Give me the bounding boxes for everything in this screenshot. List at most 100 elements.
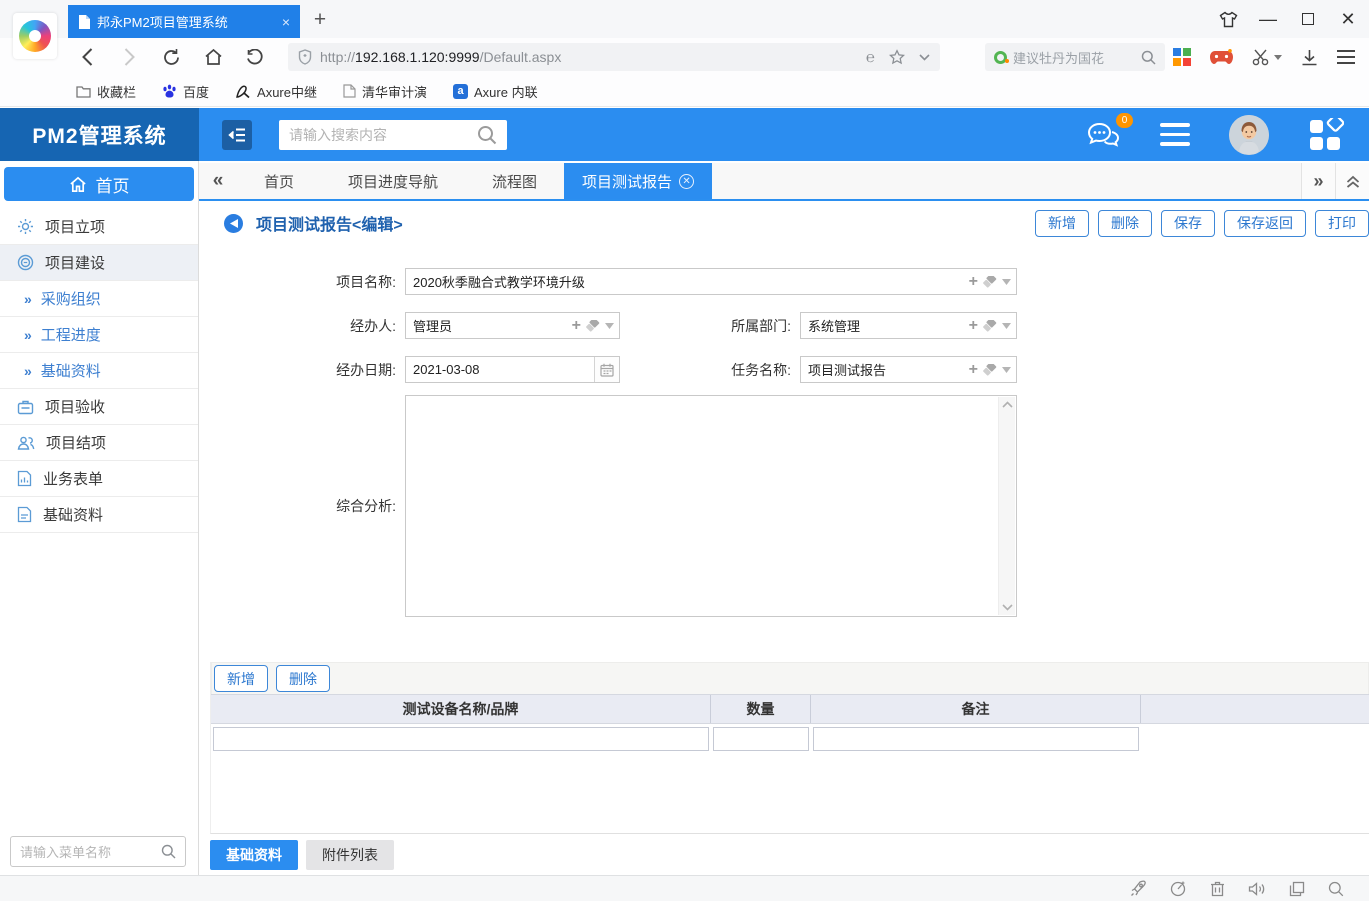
bookmark-tsinghua-audit[interactable]: 清华审计演: [343, 82, 427, 101]
browser-menu-icon[interactable]: [1337, 50, 1355, 64]
sidebar-item-project-construction[interactable]: 项目建设: [0, 245, 198, 281]
sidebar-toggle-button[interactable]: [222, 120, 252, 150]
zoom-icon[interactable]: [1328, 881, 1344, 897]
sidebar-item-basic-data-sub[interactable]: » 基础资料: [0, 353, 198, 389]
skin-icon[interactable]: [1215, 6, 1241, 32]
department-field[interactable]: +: [800, 312, 1017, 339]
apps-grid-icon[interactable]: [1173, 48, 1191, 66]
gamepad-icon[interactable]: [1210, 49, 1233, 65]
scroll-up-icon[interactable]: [1002, 401, 1013, 408]
screenshot-scissors-icon[interactable]: [1252, 49, 1282, 66]
search-icon[interactable]: [1141, 50, 1156, 65]
tabs-scroll-right-icon[interactable]: »: [1301, 163, 1335, 199]
bookmark-axure-inline[interactable]: a Axure 内联: [453, 82, 538, 101]
tab-flowchart[interactable]: 流程图: [465, 163, 564, 199]
remark-input[interactable]: [813, 727, 1139, 751]
url-bar[interactable]: http://192.168.1.120:9999/Default.aspx ℮: [288, 43, 940, 71]
calendar-button[interactable]: [594, 357, 619, 382]
bookmark-axure-relay[interactable]: Axure中继: [235, 82, 317, 101]
menu-search-box[interactable]: 请输入菜单名称: [10, 836, 186, 867]
scissors-dropdown-icon[interactable]: [1274, 55, 1282, 60]
tab-test-report[interactable]: 项目测试报告 ✕: [564, 163, 712, 199]
scrollbar[interactable]: [998, 397, 1015, 615]
sidebar-item-procurement[interactable]: » 采购组织: [0, 281, 198, 317]
forward-icon[interactable]: [118, 46, 140, 68]
back-icon[interactable]: [76, 46, 98, 68]
trash-icon[interactable]: [1210, 880, 1225, 897]
sidebar-item-basic-data[interactable]: 基础资料: [0, 497, 198, 533]
eraser-icon[interactable]: [983, 364, 997, 376]
tab-progress-nav[interactable]: 项目进度导航: [321, 163, 465, 199]
search-icon[interactable]: [161, 844, 176, 859]
booster-rocket-icon[interactable]: [1130, 880, 1147, 897]
undo-icon[interactable]: [244, 46, 266, 68]
project-name-field[interactable]: +: [405, 268, 1017, 295]
bookmark-star-icon[interactable]: [889, 49, 905, 65]
detail-delete-button[interactable]: 删除: [276, 665, 330, 692]
browser-search-box[interactable]: 建议牡丹为国花: [985, 43, 1165, 71]
detail-add-button[interactable]: 新增: [214, 665, 268, 692]
bookmark-baidu[interactable]: 百度: [162, 82, 209, 101]
dropdown-caret-icon[interactable]: [1002, 323, 1011, 329]
collapse-up-icon[interactable]: [1335, 163, 1369, 199]
project-name-input[interactable]: [406, 269, 1016, 294]
tabs-scroll-left-icon[interactable]: «: [199, 163, 237, 199]
analysis-textarea[interactable]: [405, 395, 1017, 617]
speed-gauge-icon[interactable]: [1170, 880, 1187, 897]
tab-close-icon[interactable]: ×: [282, 14, 290, 30]
apps-launcher-icon[interactable]: [1308, 118, 1344, 152]
sidebar-item-engineering-progress[interactable]: » 工程进度: [0, 317, 198, 353]
quantity-input[interactable]: [713, 727, 809, 751]
sidebar-item-project-acceptance[interactable]: 项目验收: [0, 389, 198, 425]
add-lookup-icon[interactable]: +: [572, 318, 581, 334]
add-lookup-icon[interactable]: +: [969, 318, 978, 334]
add-button[interactable]: 新增: [1035, 210, 1089, 237]
dropdown-caret-icon[interactable]: [1002, 279, 1011, 285]
sidebar-home-button[interactable]: 首页: [4, 167, 194, 201]
delete-button[interactable]: 删除: [1098, 210, 1152, 237]
date-field[interactable]: [405, 356, 620, 383]
maximize-button[interactable]: [1295, 6, 1321, 32]
tab-home[interactable]: 首页: [237, 163, 321, 199]
search-icon[interactable]: [477, 125, 497, 145]
tab-close-icon[interactable]: ✕: [679, 174, 694, 189]
eraser-icon[interactable]: [586, 320, 600, 332]
close-button[interactable]: ✕: [1335, 6, 1361, 32]
device-name-input[interactable]: [213, 727, 709, 751]
tab-attachment-list[interactable]: 附件列表: [306, 840, 394, 870]
minimize-button[interactable]: —: [1255, 6, 1281, 32]
eraser-icon[interactable]: [983, 320, 997, 332]
messages-button[interactable]: 0: [1087, 122, 1121, 148]
home-icon[interactable]: [202, 46, 224, 68]
save-button[interactable]: 保存: [1161, 210, 1215, 237]
scroll-down-icon[interactable]: [1002, 604, 1013, 611]
tab-basic-data[interactable]: 基础资料: [210, 840, 298, 870]
print-button[interactable]: 打印: [1315, 210, 1369, 237]
sidebar-item-project-closing[interactable]: 项目结项: [0, 425, 198, 461]
browser-tab[interactable]: 邦永PM2项目管理系统 ×: [68, 5, 300, 38]
back-button[interactable]: [224, 214, 243, 233]
avatar[interactable]: [1229, 115, 1269, 155]
small-window-icon[interactable]: [1289, 881, 1305, 897]
new-tab-button[interactable]: +: [308, 8, 332, 32]
dropdown-caret-icon[interactable]: [1002, 367, 1011, 373]
speaker-icon[interactable]: [1248, 881, 1266, 897]
agent-field[interactable]: +: [405, 312, 620, 339]
compatibility-mode-icon[interactable]: ℮: [866, 49, 875, 66]
browser-logo[interactable]: [13, 13, 57, 59]
app-search-box[interactable]: 请输入搜索内容: [279, 120, 507, 150]
add-lookup-icon[interactable]: +: [969, 362, 978, 378]
date-input[interactable]: [406, 357, 619, 382]
bookmark-favorites[interactable]: 收藏栏: [76, 82, 136, 101]
dropdown-caret-icon[interactable]: [605, 323, 614, 329]
chevron-down-icon[interactable]: [919, 54, 930, 61]
eraser-icon[interactable]: [983, 276, 997, 288]
sidebar-item-project-initiation[interactable]: 项目立项: [0, 209, 198, 245]
add-lookup-icon[interactable]: +: [969, 274, 978, 290]
task-name-field[interactable]: +: [800, 356, 1017, 383]
sidebar-item-business-forms[interactable]: 业务表单: [0, 461, 198, 497]
refresh-icon[interactable]: [160, 46, 182, 68]
download-icon[interactable]: [1301, 49, 1318, 66]
app-menu-icon[interactable]: [1160, 123, 1190, 146]
save-return-button[interactable]: 保存返回: [1224, 210, 1306, 237]
